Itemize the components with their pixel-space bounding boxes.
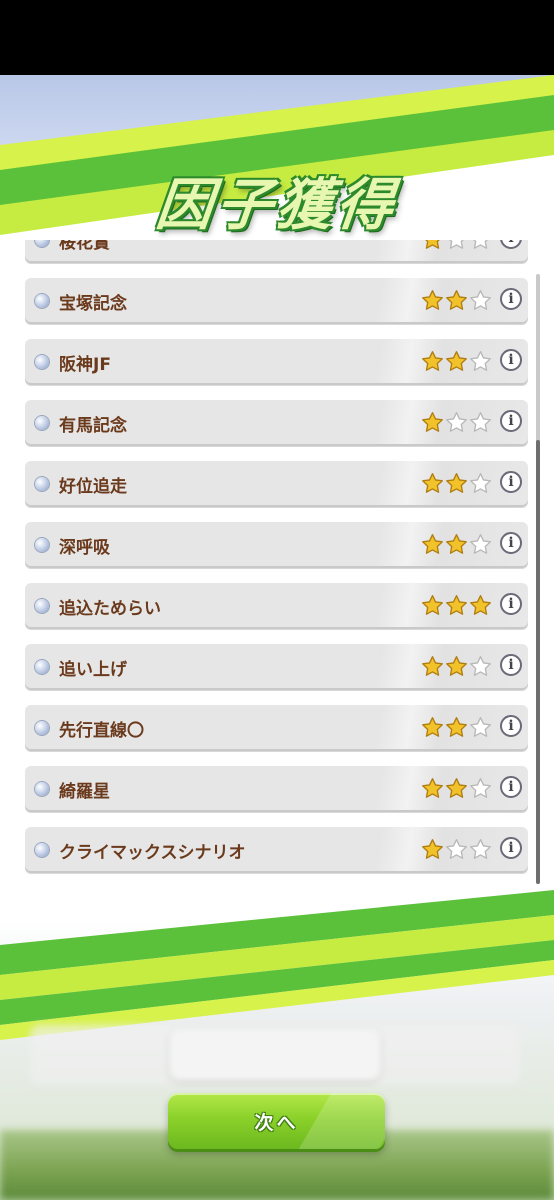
star-empty-icon bbox=[470, 534, 491, 554]
info-icon[interactable]: i bbox=[500, 715, 522, 737]
info-icon[interactable]: i bbox=[500, 471, 522, 493]
star-filled-icon bbox=[446, 473, 467, 493]
factor-name: 桜花賞 bbox=[59, 240, 110, 253]
star-filled-icon bbox=[422, 656, 443, 676]
factor-row[interactable]: 有馬記念 i bbox=[25, 400, 528, 446]
star-filled-icon bbox=[425, 240, 440, 249]
factor-name: 追込ためらい bbox=[59, 599, 161, 619]
bullet-dot-icon bbox=[35, 843, 49, 857]
factor-name: 阪神JF bbox=[59, 355, 111, 375]
star-empty-icon bbox=[470, 778, 491, 798]
bullet-dot-icon bbox=[35, 240, 49, 247]
factor-row[interactable]: 桜花賞 i bbox=[25, 240, 528, 263]
dialog-title-wrap: 因子獲得 bbox=[0, 160, 554, 240]
info-icon[interactable]: i bbox=[500, 532, 522, 554]
star-empty-icon bbox=[473, 240, 488, 249]
factor-row[interactable]: 阪神JF i bbox=[25, 339, 528, 385]
factor-list[interactable]: 桜花賞 i 宝塚記念 i 阪神JF i 有馬記念 i 好位追走 i 深呼吸 i 追込ためらい i 追い上げ i… bbox=[0, 240, 554, 885]
star-empty-icon bbox=[446, 412, 467, 432]
star-filled-icon bbox=[422, 473, 443, 493]
star-empty-icon bbox=[446, 839, 467, 859]
info-icon[interactable]: i bbox=[500, 654, 522, 676]
factor-row[interactable]: 先行直線〇 i bbox=[25, 705, 528, 751]
star-filled-icon bbox=[446, 656, 467, 676]
star-empty-icon bbox=[470, 290, 491, 310]
star-filled-icon bbox=[446, 778, 467, 798]
status-bar bbox=[0, 0, 554, 75]
factor-name: 宝塚記念 bbox=[59, 294, 127, 314]
factor-name: 先行直線〇 bbox=[59, 721, 144, 741]
factor-stars bbox=[421, 411, 492, 433]
star-filled-icon bbox=[446, 595, 467, 615]
star-filled-icon bbox=[422, 717, 443, 737]
factor-row[interactable]: 深呼吸 i bbox=[25, 522, 528, 568]
star-filled-icon bbox=[422, 290, 443, 310]
factor-stars bbox=[421, 655, 492, 677]
factor-name: 深呼吸 bbox=[59, 538, 110, 558]
star-empty-icon bbox=[470, 656, 491, 676]
factor-name: 追い上げ bbox=[59, 660, 127, 680]
factor-row[interactable]: 追い上げ i bbox=[25, 644, 528, 690]
dialog-title: 因子獲得 bbox=[153, 172, 400, 238]
star-filled-icon bbox=[446, 717, 467, 737]
info-icon[interactable]: i bbox=[500, 349, 522, 371]
factor-stars bbox=[421, 777, 492, 799]
factor-name: クライマックスシナリオ bbox=[59, 843, 246, 863]
info-icon[interactable]: i bbox=[500, 288, 522, 310]
star-filled-icon bbox=[446, 351, 467, 371]
bullet-dot-icon bbox=[35, 294, 49, 308]
info-icon[interactable]: i bbox=[500, 410, 522, 432]
bullet-dot-icon bbox=[35, 355, 49, 369]
info-icon[interactable]: i bbox=[500, 593, 522, 615]
factor-row[interactable]: 宝塚記念 i bbox=[25, 278, 528, 324]
factor-stars bbox=[421, 838, 492, 860]
star-empty-icon bbox=[449, 240, 464, 249]
scrollbar-thumb[interactable] bbox=[536, 440, 540, 884]
factor-stars bbox=[421, 716, 492, 738]
factor-row[interactable]: 追込ためらい i bbox=[25, 583, 528, 629]
star-empty-icon bbox=[470, 839, 491, 859]
factor-stars bbox=[421, 350, 492, 372]
star-filled-icon bbox=[422, 351, 443, 371]
star-filled-icon bbox=[470, 595, 491, 615]
bullet-dot-icon bbox=[35, 599, 49, 613]
blurred-background-button bbox=[170, 1030, 380, 1080]
bullet-dot-icon bbox=[35, 538, 49, 552]
star-empty-icon bbox=[470, 473, 491, 493]
info-icon[interactable]: i bbox=[500, 837, 522, 859]
bullet-dot-icon bbox=[35, 660, 49, 674]
next-button-label: 次へ bbox=[254, 1111, 299, 1134]
star-filled-icon bbox=[422, 839, 443, 859]
star-empty-icon bbox=[470, 351, 491, 371]
star-filled-icon bbox=[422, 778, 443, 798]
factor-stars bbox=[421, 533, 492, 555]
factor-stars bbox=[421, 240, 492, 250]
info-icon[interactable]: i bbox=[500, 240, 522, 249]
star-filled-icon bbox=[422, 534, 443, 554]
star-filled-icon bbox=[446, 534, 467, 554]
info-icon[interactable]: i bbox=[500, 776, 522, 798]
star-empty-icon bbox=[470, 717, 491, 737]
factor-name: 綺羅星 bbox=[59, 782, 110, 802]
bullet-dot-icon bbox=[35, 721, 49, 735]
factor-name: 好位追走 bbox=[59, 477, 127, 497]
factor-row[interactable]: 好位追走 i bbox=[25, 461, 528, 507]
bullet-dot-icon bbox=[35, 416, 49, 430]
star-filled-icon bbox=[422, 412, 443, 432]
star-filled-icon bbox=[446, 290, 467, 310]
factor-stars bbox=[421, 594, 492, 616]
factor-row[interactable]: 綺羅星 i bbox=[25, 766, 528, 812]
factor-name: 有馬記念 bbox=[59, 416, 127, 436]
next-button[interactable]: 次へ bbox=[168, 1093, 385, 1149]
bullet-dot-icon bbox=[35, 782, 49, 796]
bullet-dot-icon bbox=[35, 477, 49, 491]
star-filled-icon bbox=[422, 595, 443, 615]
next-button-shine bbox=[298, 1093, 385, 1149]
factor-stars bbox=[421, 289, 492, 311]
star-empty-icon bbox=[470, 412, 491, 432]
factor-row[interactable]: クライマックスシナリオ i bbox=[25, 827, 528, 873]
factor-stars bbox=[421, 472, 492, 494]
